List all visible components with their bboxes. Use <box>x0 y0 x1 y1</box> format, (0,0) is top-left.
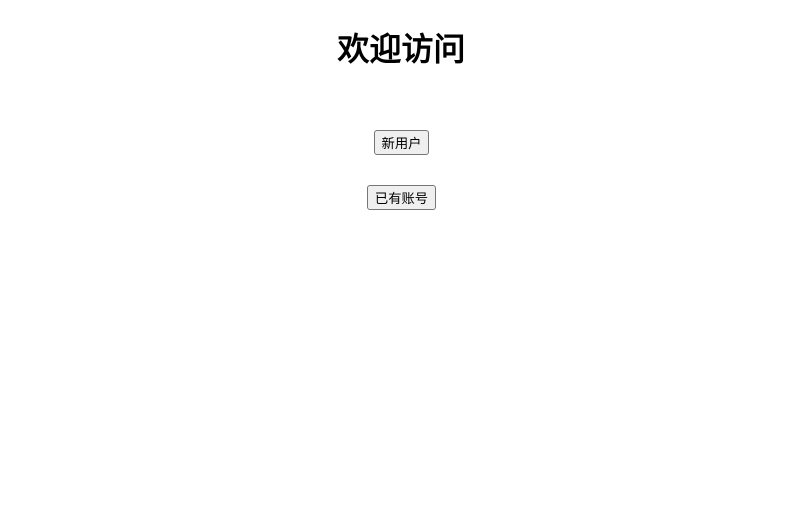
existing-account-button[interactable]: 已有账号 <box>367 185 436 210</box>
welcome-heading: 欢迎访问 <box>337 24 465 70</box>
new-user-button[interactable]: 新用户 <box>374 130 430 155</box>
button-group: 新用户 已有账号 <box>367 130 436 210</box>
